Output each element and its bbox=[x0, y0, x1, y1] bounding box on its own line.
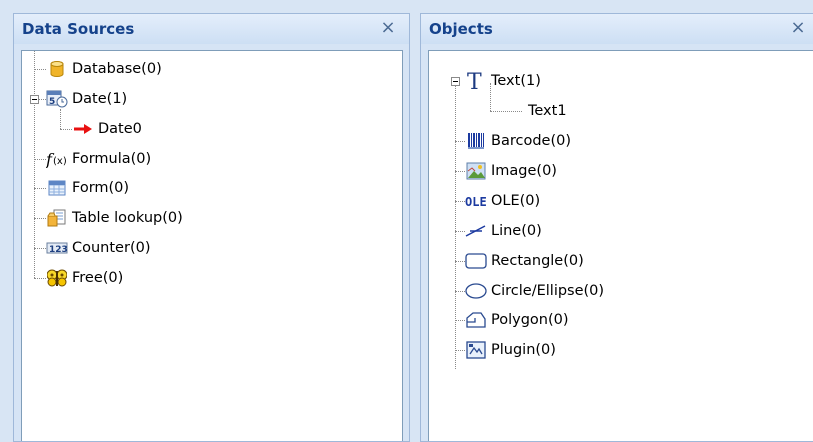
data-sources-tree: Database(0) 5 Date(1) Date0 f (x) Formula… bbox=[21, 50, 403, 441]
objects-title: Objects bbox=[429, 20, 493, 38]
tree-item-label: Form(0) bbox=[72, 180, 130, 196]
barcode-icon bbox=[465, 131, 487, 151]
tree-item-ole[interactable]: OLE OLE(0) bbox=[465, 186, 540, 216]
svg-text:123: 123 bbox=[49, 245, 68, 255]
table-lookup-icon bbox=[46, 208, 68, 228]
tree-line bbox=[455, 320, 465, 321]
tree-line bbox=[60, 129, 72, 130]
tree-item-date0[interactable]: Date0 bbox=[72, 114, 142, 144]
data-sources-panel: Data Sources × Database(0) 5 Date(1) Dat… bbox=[13, 13, 410, 442]
tree-item-label: Text1 bbox=[528, 103, 567, 119]
tree-line bbox=[455, 350, 465, 351]
tree-item-database[interactable]: Database(0) bbox=[46, 54, 162, 84]
image-icon bbox=[465, 161, 487, 181]
tree-line bbox=[34, 278, 46, 279]
tree-item-label: Date(1) bbox=[72, 91, 128, 107]
data-sources-title: Data Sources bbox=[22, 20, 135, 38]
tree-item-polygon[interactable]: Polygon(0) bbox=[465, 305, 569, 335]
free-icon bbox=[46, 268, 68, 288]
tree-line bbox=[455, 141, 465, 142]
collapse-toggle[interactable] bbox=[451, 77, 460, 86]
tree-item-label: Table lookup(0) bbox=[72, 210, 183, 226]
tree-item-label: Circle/Ellipse(0) bbox=[491, 283, 605, 299]
data-sources-header: Data Sources × bbox=[14, 14, 409, 44]
tree-item-label: Polygon(0) bbox=[491, 312, 569, 328]
tree-line bbox=[490, 111, 522, 112]
tree-item-text1[interactable]: Text1 bbox=[528, 96, 567, 126]
line-icon bbox=[465, 221, 487, 241]
tree-item-date[interactable]: 5 Date(1) bbox=[46, 84, 127, 114]
svg-text:(x): (x) bbox=[53, 156, 67, 167]
tree-item-rectangle[interactable]: Rectangle(0) bbox=[465, 246, 584, 276]
tree-item-label: Barcode(0) bbox=[491, 133, 571, 149]
svg-text:5: 5 bbox=[49, 97, 55, 107]
tree-item-label: Line(0) bbox=[491, 223, 542, 239]
objects-close-icon[interactable]: × bbox=[789, 19, 807, 37]
tree-line bbox=[34, 248, 46, 249]
tree-line bbox=[455, 83, 456, 369]
tree-item-formula[interactable]: f (x) Formula(0) bbox=[46, 144, 151, 174]
tree-item-table-lookup[interactable]: Table lookup(0) bbox=[46, 203, 183, 233]
ole-icon: OLE bbox=[465, 191, 487, 211]
tree-line bbox=[34, 51, 35, 278]
tree-line bbox=[455, 261, 465, 262]
tree-item-text[interactable]: T Text(1) bbox=[465, 66, 541, 96]
polygon-icon bbox=[465, 310, 487, 330]
plugin-icon bbox=[465, 340, 487, 360]
tree-item-label: Counter(0) bbox=[72, 240, 151, 256]
tree-line bbox=[34, 69, 46, 70]
collapse-toggle[interactable] bbox=[30, 95, 39, 104]
tree-item-barcode[interactable]: Barcode(0) bbox=[465, 126, 571, 156]
tree-line bbox=[455, 171, 465, 172]
svg-text:T: T bbox=[467, 70, 482, 92]
tree-item-image[interactable]: Image(0) bbox=[465, 156, 557, 186]
objects-header: Objects × bbox=[421, 14, 813, 44]
tree-item-label: Image(0) bbox=[491, 163, 557, 179]
tree-item-ellipse[interactable]: Circle/Ellipse(0) bbox=[465, 276, 604, 306]
date-icon: 5 bbox=[46, 89, 68, 109]
objects-panel: Objects × T Text(1) Text1 Barcode(0) Ima… bbox=[420, 13, 813, 442]
tree-item-counter[interactable]: 123 Counter(0) bbox=[46, 233, 150, 263]
svg-text:OLE: OLE bbox=[465, 195, 487, 209]
tree-item-plugin[interactable]: Plugin(0) bbox=[465, 335, 556, 365]
tree-item-label: OLE(0) bbox=[491, 193, 541, 209]
red-arrow-icon bbox=[72, 119, 94, 139]
tree-line bbox=[34, 159, 46, 160]
tree-item-label: Date0 bbox=[98, 121, 142, 137]
tree-item-free[interactable]: Free(0) bbox=[46, 263, 123, 293]
tree-item-label: Formula(0) bbox=[72, 151, 152, 167]
form-icon bbox=[46, 178, 68, 198]
data-sources-close-icon[interactable]: × bbox=[379, 19, 397, 37]
tree-line bbox=[455, 201, 465, 202]
formula-icon: f (x) bbox=[46, 149, 68, 169]
tree-item-label: Plugin(0) bbox=[491, 342, 556, 358]
ellipse-icon bbox=[465, 281, 487, 301]
counter-icon: 123 bbox=[46, 238, 68, 258]
tree-item-label: Database(0) bbox=[72, 61, 162, 77]
objects-tree: T Text(1) Text1 Barcode(0) Image(0) OLE … bbox=[428, 50, 813, 441]
tree-line bbox=[34, 218, 46, 219]
tree-item-label: Rectangle(0) bbox=[491, 253, 584, 269]
tree-line bbox=[34, 188, 46, 189]
database-icon bbox=[46, 59, 68, 79]
rectangle-icon bbox=[465, 251, 487, 271]
tree-item-label: Text(1) bbox=[491, 73, 541, 89]
tree-item-label: Free(0) bbox=[72, 270, 124, 286]
tree-line bbox=[455, 291, 465, 292]
text-icon: T bbox=[465, 70, 487, 92]
tree-line bbox=[455, 231, 465, 232]
tree-item-line[interactable]: Line(0) bbox=[465, 216, 542, 246]
tree-item-form[interactable]: Form(0) bbox=[46, 173, 129, 203]
